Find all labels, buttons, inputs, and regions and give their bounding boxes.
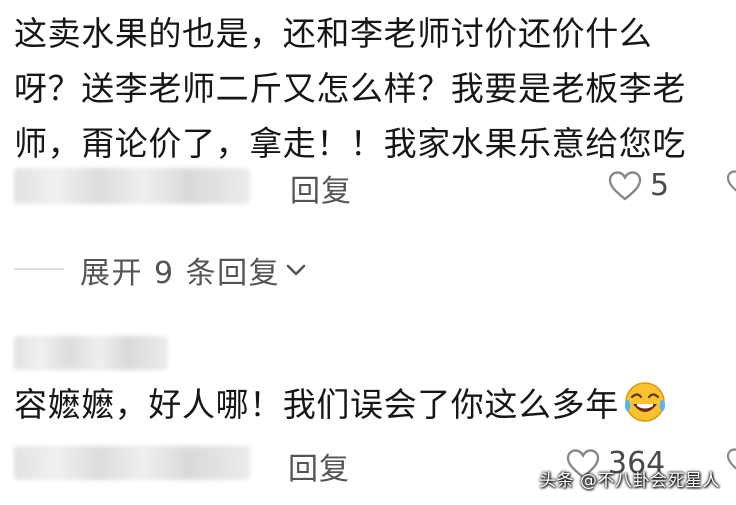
blurred-username-2: [14, 336, 168, 370]
comment-1-text: 这卖水果的也是，还和李老师讨价还价什么 呀？送李老师二斤又怎么样？我要是老板李老…: [14, 14, 686, 163]
like-button-1[interactable]: 5: [608, 168, 669, 203]
rofl-emoji-icon: [624, 382, 665, 422]
like-count-1: 5: [650, 168, 670, 203]
expand-divider: [14, 268, 64, 270]
reply-button-2[interactable]: 回复: [288, 444, 350, 488]
reply-button-1[interactable]: 回复: [290, 166, 352, 210]
expand-replies-button[interactable]: 展开 9 条回复: [80, 248, 308, 292]
partial-heart-icon: [726, 448, 736, 470]
blurred-username-3: [14, 446, 250, 480]
comment-2-text: 容嬷嬷，好人哪！我们误会了你这么多年: [14, 385, 619, 424]
comment-2: 容嬷嬷，好人哪！我们误会了你这么多年: [14, 378, 667, 426]
blurred-username-1: [14, 168, 250, 204]
heart-icon: [608, 170, 642, 201]
chevron-down-icon: [286, 264, 306, 276]
watermark: 头条 @不八卦会死星人: [539, 471, 720, 491]
expand-replies-label: 展开 9 条回复: [80, 256, 281, 291]
partial-heart-icon: [726, 170, 736, 192]
